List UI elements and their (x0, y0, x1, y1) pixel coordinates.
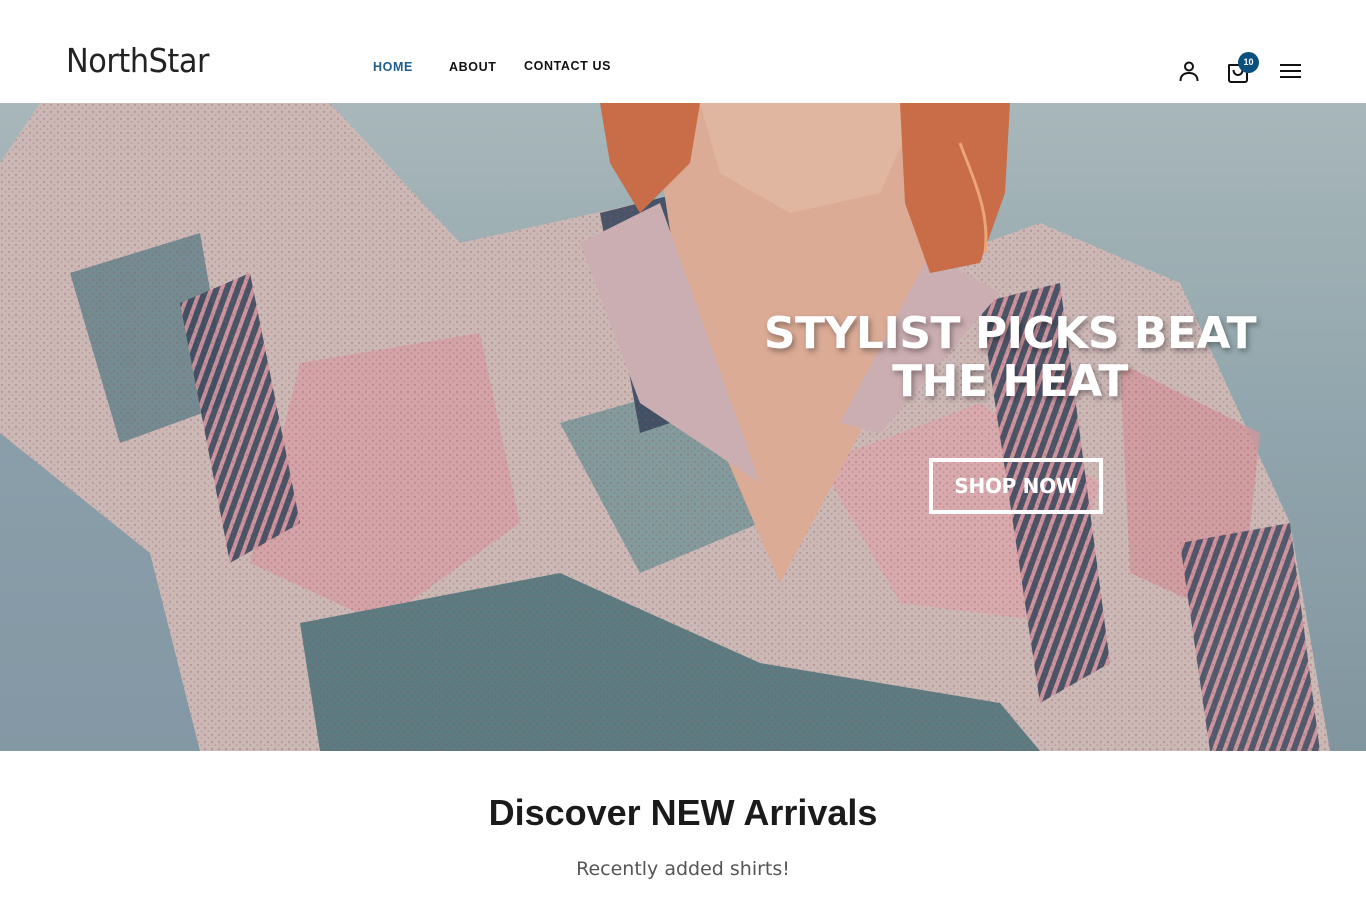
site-logo[interactable]: NorthStar (66, 44, 210, 77)
hero-title: STYLIST PICKS BEAT THE HEAT (760, 310, 1260, 406)
hero-title-line-1: STYLIST PICKS BEAT (763, 308, 1257, 359)
menu-button[interactable] (1280, 62, 1302, 80)
hero-image (0, 103, 1366, 751)
section-title: Discover NEW Arrivals (488, 792, 878, 833)
menu-icon (1280, 64, 1301, 78)
user-icon (1179, 61, 1199, 82)
account-button[interactable] (1177, 59, 1201, 83)
section-subtitle: Recently added shirts! (576, 858, 790, 880)
nav-about[interactable]: ABOUT (449, 60, 496, 74)
nav-home[interactable]: HOME (373, 60, 413, 74)
hero-banner: STYLIST PICKS BEAT THE HEAT SHOP NOW (0, 103, 1366, 751)
hero-title-line-2: THE HEAT (892, 356, 1128, 407)
nav-contact[interactable]: CONTACT US (524, 59, 611, 73)
shop-now-button[interactable]: SHOP NOW (929, 458, 1103, 514)
site-header: NorthStar HOME ABOUT CONTACT US 10 (0, 0, 1366, 103)
cart-count-badge: 10 (1238, 52, 1259, 73)
